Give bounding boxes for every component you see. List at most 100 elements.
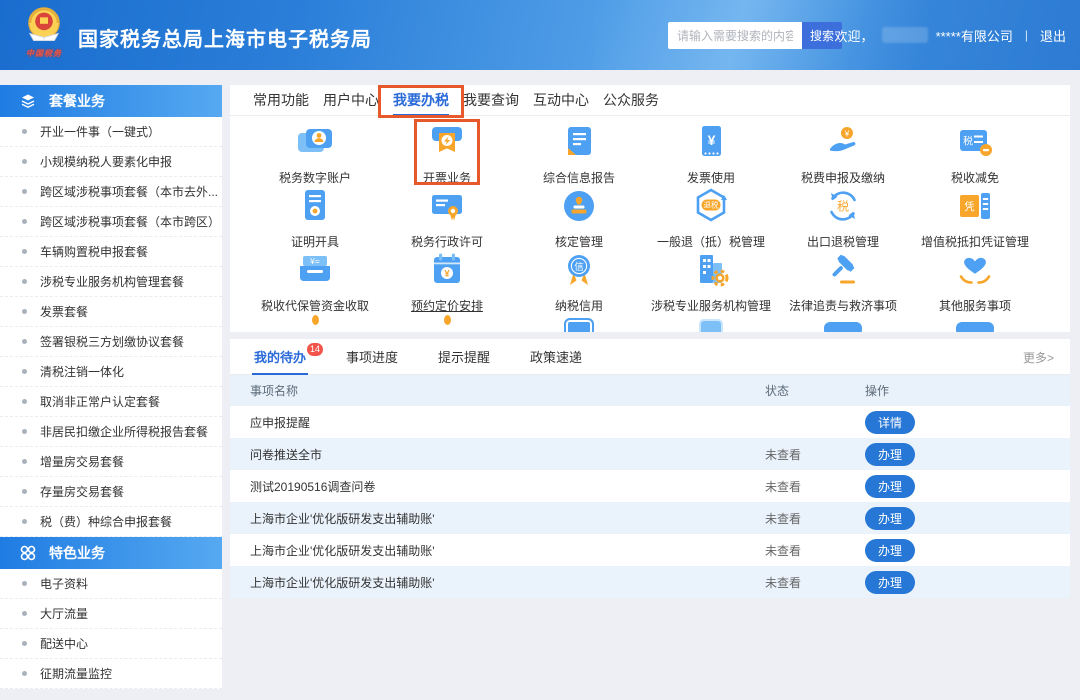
partial-service-icon [513, 313, 645, 332]
sidebar-item[interactable]: 发票套餐 [0, 297, 222, 327]
bullet-icon [22, 429, 27, 434]
row-action-button[interactable]: 办理 [865, 475, 915, 498]
column-header-action: 操作 [865, 382, 1070, 399]
sidebar-item[interactable]: 征期流量监控 [0, 659, 222, 689]
todo-tab[interactable]: 我的待办 14 [252, 339, 308, 374]
nav-tab[interactable]: 常用功能 [246, 85, 316, 115]
logout-link[interactable]: 退出 [1040, 26, 1066, 45]
nav-tab[interactable]: 公众服务 [596, 85, 666, 115]
search-input[interactable] [668, 22, 802, 49]
sidebar: 套餐业务 开业一件事（一键式） 小规模纳税人要素化申报 跨区域涉税事项套餐（本市… [0, 85, 222, 689]
service-item[interactable]: 开票业务 [381, 121, 513, 185]
service-item[interactable]: 税务数字账户 [249, 121, 381, 185]
bullet-icon [22, 369, 27, 374]
bullet-icon [22, 581, 27, 586]
invoice-yen-icon: ¥ [690, 121, 732, 167]
sidebar-item[interactable]: 电子资料 [0, 569, 222, 599]
sidebar-item[interactable]: 车辆购置税申报套餐 [0, 237, 222, 267]
service-item[interactable]: ¥ 税费申报及缴纳 [777, 121, 909, 185]
row-name: 应申报提醒 [230, 414, 765, 431]
sidebar-item[interactable]: 配送中心 [0, 629, 222, 659]
row-action-button[interactable]: 详情 [865, 411, 915, 434]
table-header: 事项名称 状态 操作 [230, 375, 1070, 406]
bullet-icon [22, 219, 27, 224]
nav-tab[interactable]: 互动中心 [526, 85, 596, 115]
sidebar-item[interactable]: 存量房交易套餐 [0, 477, 222, 507]
sidebar-item[interactable]: 增量房交易套餐 [0, 447, 222, 477]
row-status: 未查看 [765, 542, 865, 559]
service-item[interactable]: 证明开具 [249, 185, 381, 249]
sidebar-section-header[interactable]: 套餐业务 [0, 85, 222, 117]
row-status: 未查看 [765, 478, 865, 495]
service-item[interactable]: 核定管理 [513, 185, 645, 249]
sidebar-item[interactable]: 小规模纳税人要素化申报 [0, 147, 222, 177]
partial-service-icon [909, 313, 1041, 332]
service-item[interactable]: ¥ 发票使用 [645, 121, 777, 185]
cert-star-icon [294, 185, 336, 231]
row-name: 测试20190516调查问卷 [230, 478, 765, 495]
sidebar-item[interactable]: 非居民扣缴企业所得税报告套餐 [0, 417, 222, 447]
service-item[interactable]: 其他服务事项 [909, 249, 1041, 313]
service-item[interactable]: 涉税专业服务机构管理 [645, 249, 777, 313]
page-title: 国家税务总局上海市电子税务局 [78, 23, 372, 52]
service-item[interactable]: 综合信息报告 [513, 121, 645, 185]
service-item[interactable]: 法律追责与救济事项 [777, 249, 909, 313]
tax-bureau-logo: 中国税务 [16, 3, 72, 67]
sidebar-item[interactable]: 签署银税三方划缴协议套餐 [0, 327, 222, 357]
row-action-button[interactable]: 办理 [865, 507, 915, 530]
search-bar: 搜索 [668, 22, 842, 49]
bullet-icon [22, 189, 27, 194]
nav-tab[interactable]: 用户中心 [316, 85, 386, 115]
service-item[interactable]: ¥ 预约定价安排 [381, 249, 513, 313]
sidebar-item[interactable]: 取消非正常户认定套餐 [0, 387, 222, 417]
todo-badge: 14 [307, 343, 323, 356]
todo-tab[interactable]: 政策速递 [528, 339, 584, 374]
todo-tab[interactable]: 事项进度 [344, 339, 400, 374]
svg-text:凭: 凭 [964, 200, 975, 213]
service-item[interactable]: 税 税收减免 [909, 121, 1041, 185]
table-row: 上海市企业'优化版研发支出辅助账' 未查看 办理 [230, 534, 1070, 566]
sidebar-item[interactable]: 跨区域涉税事项套餐（本市跨区） [0, 207, 222, 237]
sidebar-item[interactable]: 税（费）种综合申报套餐 [0, 507, 222, 537]
more-link[interactable]: 更多> [1023, 339, 1054, 375]
layers-icon [20, 93, 36, 109]
row-action-button[interactable]: 办理 [865, 443, 915, 466]
sidebar-item[interactable]: 清税注销一体化 [0, 357, 222, 387]
other-heart-icon [954, 249, 996, 295]
service-item[interactable]: 信 纳税信用 [513, 249, 645, 313]
nav-tab[interactable]: 我要查询 [456, 85, 526, 115]
todo-panel: 我的待办 14 事项进度 提示提醒 政策速递 更多> 事项名称 状态 操作 应申… [230, 339, 1070, 598]
redacted-username [882, 27, 928, 43]
service-item[interactable]: 退税 一般退（抵）税管理 [645, 185, 777, 249]
row-action-button[interactable]: 办理 [865, 539, 915, 562]
main-nav-tabs: 常用功能 用户中心 我要办税 我要查询 互动中心 公众服务 [230, 85, 1070, 116]
row-name: 上海市企业'优化版研发支出辅助账' [230, 510, 765, 527]
sidebar-item[interactable]: 涉税专业服务机构管理套餐 [0, 267, 222, 297]
service-item[interactable]: 凭 增值税抵扣凭证管理 [909, 185, 1041, 249]
bullet-icon [22, 129, 27, 134]
hand-coin-icon: ¥ [822, 121, 864, 167]
service-item[interactable]: 税 出口退税管理 [777, 185, 909, 249]
svg-text:¥: ¥ [844, 128, 850, 138]
credit-medal-icon: 信 [558, 249, 600, 295]
service-item[interactable]: 税务行政许可 [381, 185, 513, 249]
fund-collect-icon: ¥= [294, 249, 336, 295]
export-refund-icon: 税 [822, 185, 864, 231]
row-action-button[interactable]: 办理 [865, 571, 915, 594]
bullet-icon [22, 519, 27, 524]
nav-tab[interactable]: 我要办税 [386, 85, 456, 115]
row-name: 问卷推送全市 [230, 446, 765, 463]
row-status: 未查看 [765, 446, 865, 463]
todo-tab[interactable]: 提示提醒 [436, 339, 492, 374]
sidebar-item[interactable]: 开业一件事（一键式） [0, 117, 222, 147]
invoice-lightning-icon [426, 121, 468, 167]
logo-caption: 中国税务 [16, 48, 72, 59]
sidebar-section-title: 特色业务 [49, 543, 105, 563]
sidebar-item[interactable]: 跨区域涉税事项套餐（本市去外... [0, 177, 222, 207]
sidebar-item[interactable]: 大厅流量 [0, 599, 222, 629]
bullet-icon [22, 611, 27, 616]
partial-service-icon [381, 313, 513, 332]
todo-tabs: 我的待办 14 事项进度 提示提醒 政策速递 更多> [230, 339, 1070, 375]
sidebar-section-header[interactable]: 特色业务 [0, 537, 222, 569]
service-item[interactable]: ¥= 税收代保管资金收取 [249, 249, 381, 313]
